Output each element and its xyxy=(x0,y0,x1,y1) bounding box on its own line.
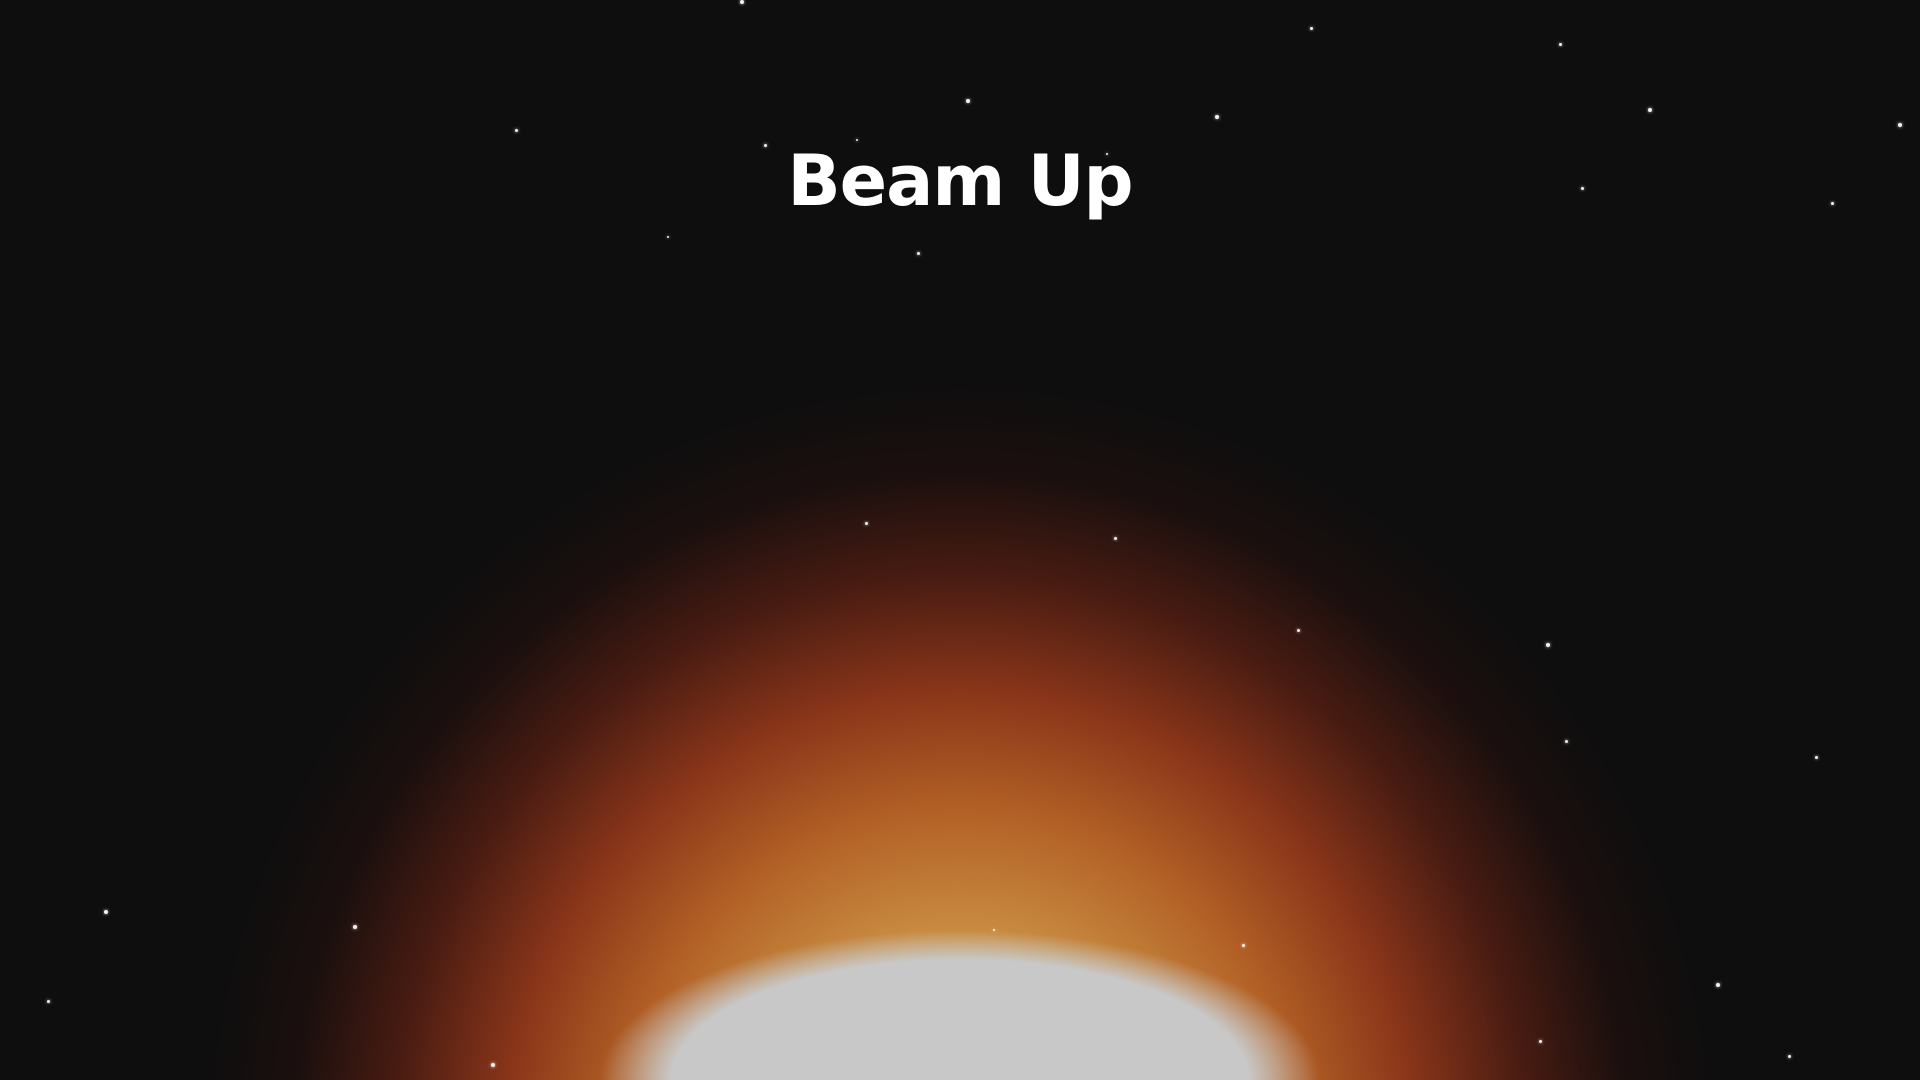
star-16 xyxy=(864,521,868,525)
star-9 xyxy=(966,99,970,103)
star-10 xyxy=(1215,115,1219,119)
star-21 xyxy=(1814,755,1818,759)
star-28 xyxy=(1538,1039,1542,1043)
star-26 xyxy=(46,999,50,1003)
game-title: Beam Up xyxy=(787,140,1133,222)
star-1 xyxy=(740,0,744,4)
star-25 xyxy=(1241,943,1245,947)
star-19 xyxy=(1546,643,1550,647)
star-22 xyxy=(104,910,108,914)
star-6 xyxy=(514,128,518,132)
star-18 xyxy=(1296,628,1300,632)
star-5 xyxy=(1898,123,1902,127)
star-17 xyxy=(1113,536,1117,540)
star-4 xyxy=(1648,108,1652,112)
star-3 xyxy=(1558,42,1562,46)
star-2 xyxy=(1309,26,1313,30)
star-15 xyxy=(916,251,920,255)
star-27 xyxy=(1716,983,1720,987)
star-20 xyxy=(1564,739,1568,743)
star-29 xyxy=(1787,1054,1791,1058)
star-24 xyxy=(993,929,995,931)
star-30 xyxy=(491,1063,495,1067)
game-scene[interactable]: Beam Up xyxy=(0,0,1920,1080)
star-23 xyxy=(353,925,357,929)
star-14 xyxy=(667,236,669,238)
